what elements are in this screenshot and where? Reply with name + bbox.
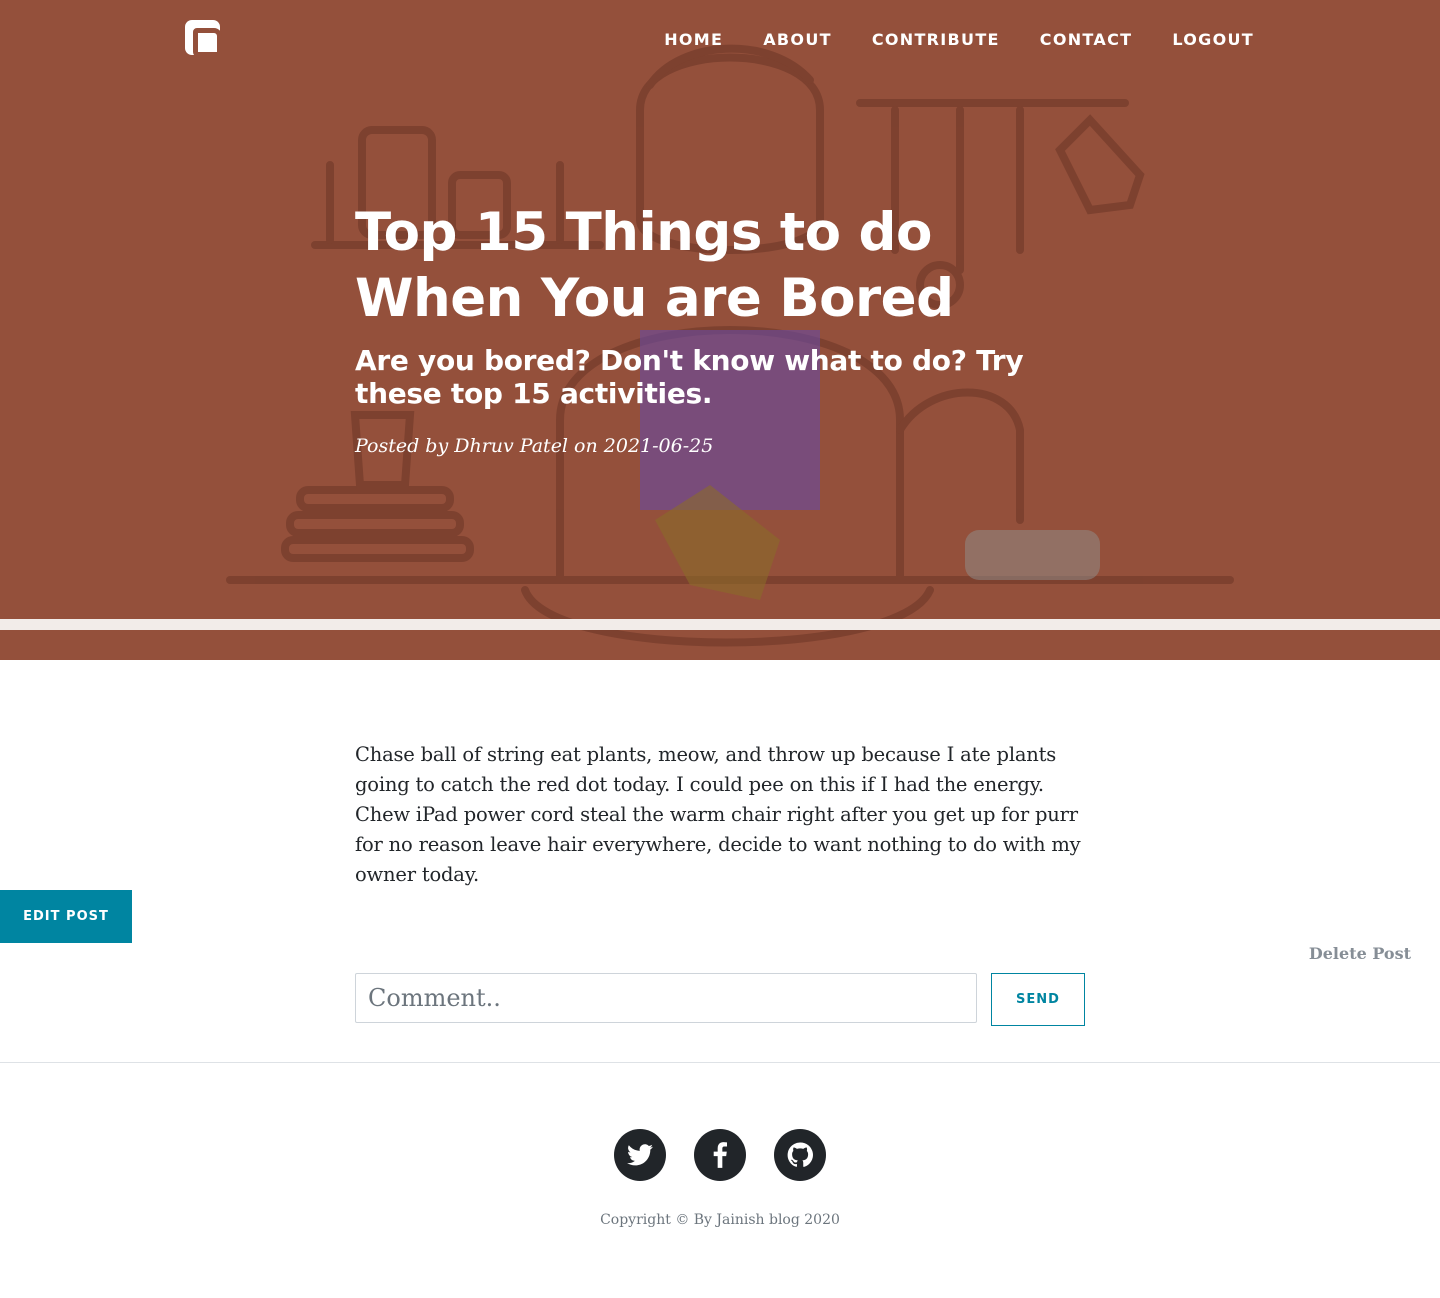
footer-divider	[0, 1062, 1440, 1063]
post-heading: Top 15 Things to do When You are Bored A…	[355, 200, 1095, 460]
edit-post-button[interactable]: EDIT POST	[0, 890, 132, 943]
github-link[interactable]	[774, 1129, 826, 1181]
twitter-link[interactable]	[614, 1129, 666, 1181]
copyright-text: Copyright © By Jainish blog 2020	[600, 1212, 840, 1228]
post-title: Top 15 Things to do When You are Bored	[355, 202, 954, 329]
post-meta: Posted by Dhruv Patel on 2021-06-25	[355, 432, 1095, 460]
meta-on: on	[568, 435, 604, 457]
post-author: Dhruv Patel	[454, 435, 569, 457]
delete-post-link[interactable]: Delete Post	[1309, 944, 1411, 963]
facebook-icon	[713, 1142, 727, 1168]
post-body: Chase ball of string eat plants, meow, a…	[355, 743, 1081, 886]
post-subtitle: Are you bored? Don't know what to do? Tr…	[355, 344, 1024, 410]
meta-prefix: Posted by	[355, 435, 455, 457]
post-date: 2021-06-25	[603, 435, 714, 457]
header-stripe	[0, 619, 1440, 630]
nav-contact[interactable]: CONTACT	[1040, 30, 1133, 50]
nav-home[interactable]: HOME	[664, 30, 723, 50]
masthead: HOME ABOUT CONTRIBUTE CONTACT LOGOUT Top…	[0, 0, 1440, 660]
send-comment-button[interactable]: SEND	[991, 973, 1085, 1026]
nav-logout[interactable]: LOGOUT	[1172, 30, 1254, 50]
nav-contribute[interactable]: CONTRIBUTE	[872, 30, 1000, 50]
github-icon	[787, 1142, 813, 1167]
blogger-logo-icon[interactable]	[185, 20, 222, 57]
social-links	[614, 1129, 826, 1181]
nav-about[interactable]: ABOUT	[763, 30, 832, 50]
main-nav: HOME ABOUT CONTRIBUTE CONTACT LOGOUT	[664, 30, 1254, 50]
twitter-icon	[627, 1144, 653, 1166]
comment-input[interactable]	[355, 973, 977, 1023]
facebook-link[interactable]	[694, 1129, 746, 1181]
